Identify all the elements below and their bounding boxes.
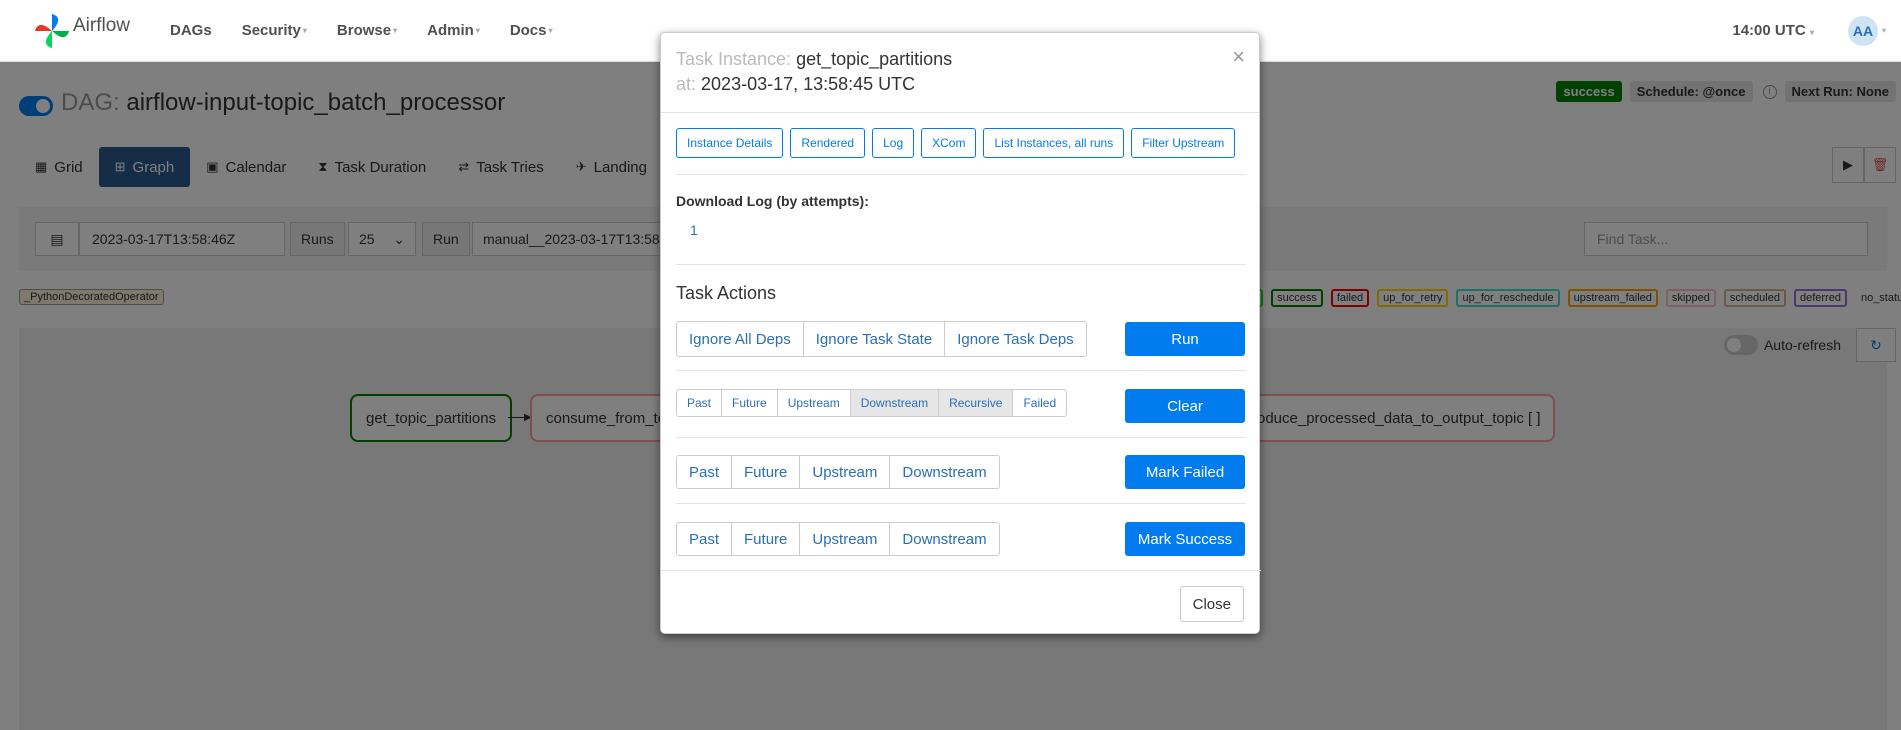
ignore-task-state-button[interactable]: Ignore Task State bbox=[802, 321, 946, 357]
success-past-button[interactable]: Past bbox=[676, 522, 733, 556]
nav-docs[interactable]: Docs ▾ bbox=[510, 22, 553, 39]
divider bbox=[676, 503, 1246, 504]
timezone-menu[interactable]: 14:00 UTC ▾ bbox=[1732, 22, 1814, 39]
brand[interactable]: Airflow bbox=[33, 12, 130, 50]
task-actions-title: Task Actions bbox=[676, 283, 777, 303]
failed-downstream-button[interactable]: Downstream bbox=[889, 455, 1000, 489]
mark-success-button[interactable]: Mark Success bbox=[1125, 522, 1245, 556]
caret-down-icon: ▾ bbox=[548, 26, 553, 35]
divider bbox=[676, 174, 1246, 175]
failed-past-button[interactable]: Past bbox=[676, 455, 733, 489]
modal-header: Task Instance: get_topic_partitions at: … bbox=[661, 33, 1259, 113]
download-log-attempt-link[interactable]: 1 bbox=[690, 222, 698, 238]
log-button[interactable]: Log bbox=[872, 128, 915, 158]
nav-security[interactable]: Security ▾ bbox=[242, 22, 307, 39]
nav-browse-label: Browse bbox=[336, 22, 392, 39]
success-upstream-button[interactable]: Upstream bbox=[799, 522, 891, 556]
caret-down-icon: ▾ bbox=[302, 26, 307, 35]
nav-docs-label: Docs bbox=[509, 22, 547, 39]
user-avatar[interactable]: AA bbox=[1847, 15, 1878, 46]
execution-date: 2023-03-17, 13:58:45 UTC bbox=[701, 74, 916, 94]
clear-options-group: Past Future Upstream Downstream Recursiv… bbox=[676, 389, 1068, 417]
mark-failed-options-group: Past Future Upstream Downstream bbox=[676, 455, 1000, 489]
task-instance-modal: Task Instance: get_topic_partitions at: … bbox=[660, 32, 1261, 634]
mark-success-options-group: Past Future Upstream Downstream bbox=[676, 522, 1000, 556]
nav-security-label: Security bbox=[241, 22, 301, 39]
run-button[interactable]: Run bbox=[1125, 322, 1245, 356]
filter-upstream-button[interactable]: Filter Upstream bbox=[1131, 128, 1236, 158]
divider bbox=[676, 437, 1246, 438]
nav-dags-label: DAGs bbox=[170, 22, 212, 39]
close-button[interactable]: Close bbox=[1179, 586, 1244, 622]
failed-future-button[interactable]: Future bbox=[731, 455, 801, 489]
brand-name: Airflow bbox=[73, 14, 131, 36]
clear-future-button[interactable]: Future bbox=[721, 389, 778, 417]
clear-downstream-button[interactable]: Downstream bbox=[849, 389, 940, 417]
rendered-button[interactable]: Rendered bbox=[790, 128, 866, 158]
download-log-title: Download Log (by attempts): bbox=[676, 193, 869, 209]
caret-down-icon: ▾ bbox=[1881, 26, 1886, 35]
divider bbox=[661, 570, 1261, 571]
success-downstream-button[interactable]: Downstream bbox=[889, 522, 1000, 556]
nav-admin-label: Admin bbox=[427, 22, 474, 39]
task-instance-label: Task Instance: bbox=[676, 49, 792, 69]
failed-upstream-button[interactable]: Upstream bbox=[799, 455, 891, 489]
modal-subtitle: at: 2023-03-17, 13:58:45 UTC bbox=[676, 74, 915, 95]
instance-details-button[interactable]: Instance Details bbox=[676, 128, 784, 158]
caret-down-icon: ▾ bbox=[1807, 28, 1814, 37]
clear-button[interactable]: Clear bbox=[1125, 389, 1245, 423]
run-options-group: Ignore All Deps Ignore Task State Ignore… bbox=[676, 321, 1087, 357]
ignore-all-deps-button[interactable]: Ignore All Deps bbox=[676, 321, 804, 357]
divider bbox=[676, 264, 1246, 265]
nav-dags[interactable]: DAGs bbox=[170, 22, 212, 39]
clear-recursive-button[interactable]: Recursive bbox=[938, 389, 1014, 417]
modal-title: Task Instance: get_topic_partitions bbox=[676, 49, 952, 70]
ignore-task-deps-button[interactable]: Ignore Task Deps bbox=[944, 321, 1087, 357]
success-future-button[interactable]: Future bbox=[731, 522, 801, 556]
timezone-label: 14:00 UTC bbox=[1732, 22, 1806, 39]
clear-upstream-button[interactable]: Upstream bbox=[776, 389, 851, 417]
xcom-button[interactable]: XCom bbox=[921, 128, 977, 158]
list-instances-button[interactable]: List Instances, all runs bbox=[983, 128, 1125, 158]
task-instance-links: Instance Details Rendered Log XCom List … bbox=[676, 128, 1242, 158]
divider bbox=[676, 370, 1246, 371]
caret-down-icon: ▾ bbox=[393, 26, 398, 35]
clear-past-button[interactable]: Past bbox=[676, 389, 723, 417]
at-label: at: bbox=[676, 74, 697, 94]
mark-failed-button[interactable]: Mark Failed bbox=[1125, 455, 1245, 489]
caret-down-icon: ▾ bbox=[475, 26, 480, 35]
close-icon[interactable]: × bbox=[1232, 44, 1245, 70]
task-instance-name: get_topic_partitions bbox=[796, 49, 953, 69]
nav-admin[interactable]: Admin ▾ bbox=[427, 22, 480, 39]
nav-browse[interactable]: Browse ▾ bbox=[337, 22, 397, 39]
airflow-logo-icon bbox=[34, 13, 70, 48]
clear-failed-button[interactable]: Failed bbox=[1012, 389, 1068, 417]
